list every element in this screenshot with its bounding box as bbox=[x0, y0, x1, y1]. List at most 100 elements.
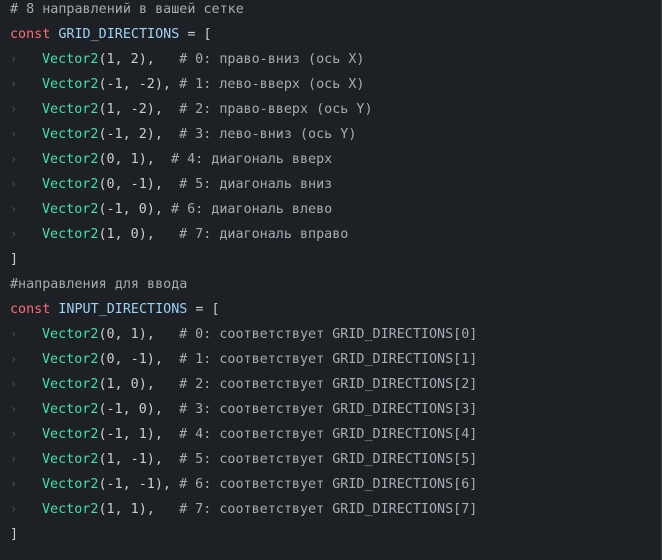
code-line[interactable]: › Vector2(-1, 0), # 3: соответствует GRID… bbox=[0, 397, 662, 422]
indent-guide-icon: › bbox=[10, 152, 18, 166]
code-line[interactable]: › Vector2(1, 0), # 2: соответствует GRID_… bbox=[0, 372, 662, 397]
code-text: Vector2(1, 1), # 7: соответствует GRID_D… bbox=[42, 497, 477, 522]
line-comment: # 2: соответствует GRID_DIRECTIONS[2] bbox=[179, 377, 478, 392]
indent-guide-icon: › bbox=[10, 177, 18, 191]
function-name: Vector2 bbox=[42, 52, 99, 67]
code-line[interactable]: › Vector2(-1, 1), # 4: соответствует GRID… bbox=[0, 422, 662, 447]
code-text: Vector2(-1, 0), # 6: диагональ влево bbox=[42, 197, 332, 222]
code-line[interactable]: › Vector2(-1, -1), # 6: соответствует GRI… bbox=[0, 472, 662, 497]
line-comment: # 2: право-вверх (ось Y) bbox=[179, 102, 373, 117]
code-text: Vector2(1, 2), # 0: право-вниз (ось X) bbox=[42, 47, 365, 72]
code-editor[interactable]: # 8 направлений в вашей сетке const GRID_… bbox=[0, 0, 662, 560]
function-name: Vector2 bbox=[42, 127, 99, 142]
line-comment: # 5: соответствует GRID_DIRECTIONS[5] bbox=[179, 452, 478, 467]
function-args: (-1, 1), bbox=[98, 427, 163, 442]
line-comment: # 7: диагональ вправо bbox=[179, 227, 349, 242]
indent-guide-icon: › bbox=[10, 352, 18, 366]
code-line[interactable]: #направления для ввода bbox=[0, 272, 662, 297]
code-text: Vector2(1, -2), # 2: право-вверх (ось Y) bbox=[42, 97, 373, 122]
line-comment: # 0: право-вниз (ось X) bbox=[179, 52, 365, 67]
function-args: (1, 0), bbox=[98, 377, 155, 392]
code-line[interactable]: # 8 направлений в вашей сетке bbox=[0, 0, 662, 22]
line-comment: # 3: соответствует GRID_DIRECTIONS[3] bbox=[179, 402, 478, 417]
code-line[interactable]: › Vector2(0, 1), # 0: соответствует GRID_… bbox=[0, 322, 662, 347]
function-args: (-1, 0), bbox=[98, 402, 163, 417]
function-name: Vector2 bbox=[42, 477, 99, 492]
line-comment: # 7: соответствует GRID_DIRECTIONS[7] bbox=[179, 502, 478, 517]
indent-guide-icon: › bbox=[10, 402, 18, 416]
operator: = [ bbox=[179, 27, 212, 42]
code-line[interactable]: › Vector2(-1, -2), # 1: лево-вверх (ось X… bbox=[0, 72, 662, 97]
operator: = [ bbox=[187, 302, 220, 317]
function-name: Vector2 bbox=[42, 177, 99, 192]
code-line[interactable]: const GRID_DIRECTIONS = [ bbox=[0, 22, 662, 47]
code-line[interactable]: ] bbox=[0, 247, 662, 272]
code-line[interactable]: › Vector2(0, 1), # 4: диагональ вверх bbox=[0, 147, 662, 172]
function-args: (-1, 0), bbox=[98, 202, 163, 217]
code-line[interactable]: › Vector2(0, -1), # 1: соответствует GRID… bbox=[0, 347, 662, 372]
code-text: Vector2(-1, -1), # 6: соответствует GRID… bbox=[42, 472, 477, 497]
indent-guide-icon: › bbox=[10, 477, 18, 491]
code-line[interactable]: › Vector2(1, -1), # 5: соответствует GRID… bbox=[0, 447, 662, 472]
function-args: (1, -2), bbox=[98, 102, 163, 117]
indent-guide-icon: › bbox=[10, 427, 18, 441]
code-text: Vector2(0, 1), # 0: соответствует GRID_D… bbox=[42, 322, 477, 347]
function-name: Vector2 bbox=[42, 352, 99, 367]
constant-name: GRID_DIRECTIONS bbox=[58, 27, 180, 42]
code-line[interactable]: ] bbox=[0, 522, 662, 547]
code-text: Vector2(0, -1), # 5: диагональ вниз bbox=[42, 172, 332, 197]
bracket: ] bbox=[10, 527, 19, 542]
function-name: Vector2 bbox=[42, 377, 99, 392]
code-text: Vector2(-1, 1), # 4: соответствует GRID_… bbox=[42, 422, 477, 447]
code-text: const GRID_DIRECTIONS = [ bbox=[10, 22, 212, 47]
code-line[interactable]: › Vector2(1, 1), # 7: соответствует GRID_… bbox=[0, 497, 662, 522]
code-line[interactable]: › Vector2(1, 2), # 0: право-вниз (ось X) bbox=[0, 47, 662, 72]
function-name: Vector2 bbox=[42, 452, 99, 467]
code-line[interactable]: › Vector2(-1, 0), # 6: диагональ влево bbox=[0, 197, 662, 222]
code-text: const INPUT_DIRECTIONS = [ bbox=[10, 297, 220, 322]
indent-guide-icon: › bbox=[10, 102, 18, 116]
indent-guide-icon: › bbox=[10, 77, 18, 91]
indent-guide-icon: › bbox=[10, 502, 18, 516]
code-line[interactable]: › Vector2(0, -1), # 5: диагональ вниз bbox=[0, 172, 662, 197]
code-text: Vector2(1, -1), # 5: соответствует GRID_… bbox=[42, 447, 477, 472]
code-text: Vector2(1, 0), # 7: диагональ вправо bbox=[42, 222, 348, 247]
function-name: Vector2 bbox=[42, 202, 99, 217]
code-line[interactable]: › Vector2(-1, 2), # 3: лево-вниз (ось Y) bbox=[0, 122, 662, 147]
code-text: Vector2(0, 1), # 4: диагональ вверх bbox=[42, 147, 332, 172]
function-name: Vector2 bbox=[42, 402, 99, 417]
keyword: const bbox=[10, 302, 51, 317]
code-line[interactable]: › Vector2(1, -2), # 2: право-вверх (ось Y… bbox=[0, 97, 662, 122]
line-comment: # 5: диагональ вниз bbox=[179, 177, 333, 192]
code-text: Vector2(-1, 2), # 3: лево-вниз (ось Y) bbox=[42, 122, 356, 147]
line-comment: # 8 направлений в вашей сетке bbox=[10, 2, 244, 17]
function-name: Vector2 bbox=[42, 152, 99, 167]
indent-guide-icon: › bbox=[10, 227, 18, 241]
indent-guide-icon: › bbox=[10, 52, 18, 66]
indent-guide-icon: › bbox=[10, 202, 18, 216]
code-line[interactable]: › Vector2(1, 0), # 7: диагональ вправо bbox=[0, 222, 662, 247]
indent-guide-icon: › bbox=[10, 452, 18, 466]
function-args: (-1, -2), bbox=[98, 77, 171, 92]
bracket: ] bbox=[10, 252, 19, 267]
constant-name: INPUT_DIRECTIONS bbox=[58, 302, 188, 317]
code-lines: # 8 направлений в вашей сетке const GRID_… bbox=[0, 0, 662, 547]
function-args: (1, -1), bbox=[98, 452, 163, 467]
function-name: Vector2 bbox=[42, 227, 99, 242]
function-name: Vector2 bbox=[42, 102, 99, 117]
indent-guide-icon: › bbox=[10, 377, 18, 391]
code-line[interactable]: const INPUT_DIRECTIONS = [ bbox=[0, 297, 662, 322]
code-text: Vector2(-1, -2), # 1: лево-вверх (ось X) bbox=[42, 72, 365, 97]
line-comment: #направления для ввода bbox=[10, 277, 188, 292]
function-args: (1, 0), bbox=[98, 227, 155, 242]
